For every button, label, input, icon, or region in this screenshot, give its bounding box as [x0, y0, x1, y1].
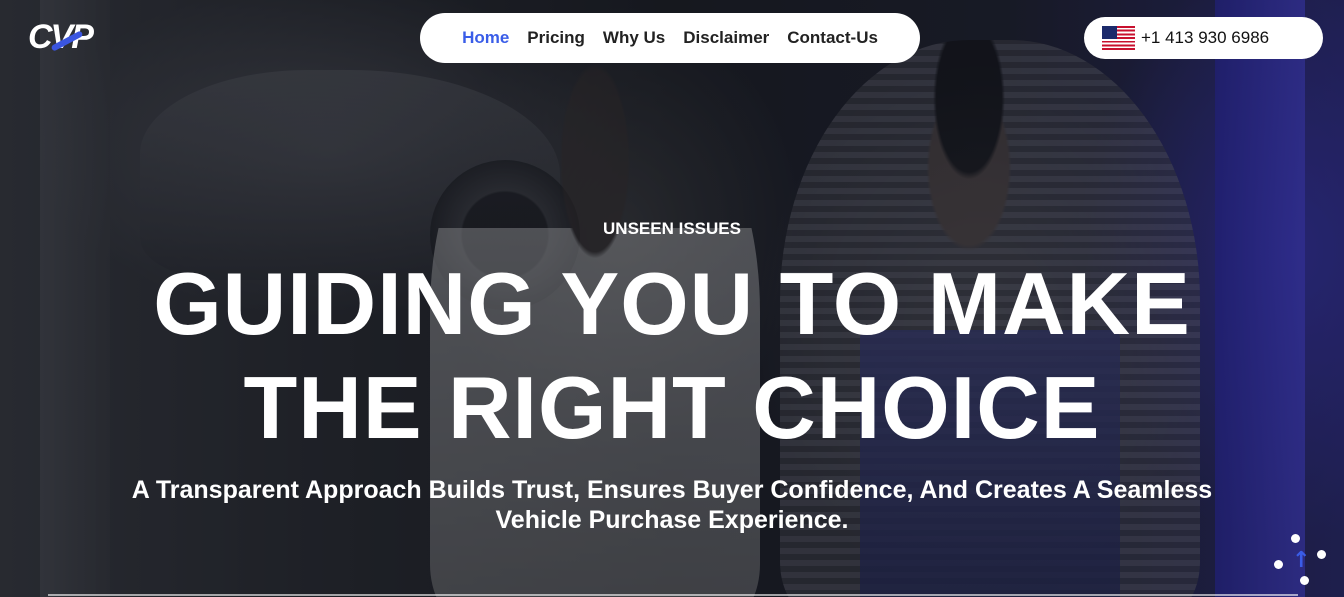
- progress-dot: [1300, 576, 1309, 585]
- scroll-to-top-button[interactable]: ↑: [1274, 534, 1328, 588]
- progress-dot: [1317, 550, 1326, 559]
- arrow-up-icon: ↑: [1292, 548, 1311, 573]
- progress-dot: [1274, 560, 1283, 569]
- phone-number: +1 413 930 6986: [1141, 28, 1270, 47]
- nav-link-disclaimer[interactable]: Disclaimer: [683, 28, 769, 48]
- nav-link-why-us[interactable]: Why Us: [603, 28, 665, 48]
- nav-link-contact-us[interactable]: Contact-Us: [787, 28, 878, 48]
- nav-link-home[interactable]: Home: [462, 28, 509, 48]
- hero-headline: GUIDING YOU TO MAKE THE RIGHT CHOICE: [0, 252, 1344, 460]
- hero-subheading: A Transparent Approach Builds Trust, Ens…: [70, 475, 1274, 535]
- nav-link-pricing[interactable]: Pricing: [527, 28, 585, 48]
- logo-text: CVP: [28, 18, 94, 56]
- hero-bottom-divider: [48, 594, 1298, 596]
- progress-dot: [1291, 534, 1300, 543]
- phone-contact-button[interactable]: +1 413 930 6986: [1084, 17, 1323, 59]
- hero-subheading-line1: A Transparent Approach Builds Trust, Ens…: [131, 476, 1213, 504]
- us-flag-icon: [1102, 26, 1135, 50]
- main-nav: Home Pricing Why Us Disclaimer Contact-U…: [420, 13, 920, 63]
- hero-headline-line2: THE RIGHT CHOICE: [243, 358, 1101, 457]
- hero-eyebrow: UNSEEN ISSUES: [603, 219, 741, 238]
- hero-headline-line1: GUIDING YOU TO MAKE: [153, 254, 1191, 353]
- hero-subheading-line2: Vehicle Purchase Experience.: [495, 506, 849, 534]
- site-logo[interactable]: CVP: [28, 18, 94, 57]
